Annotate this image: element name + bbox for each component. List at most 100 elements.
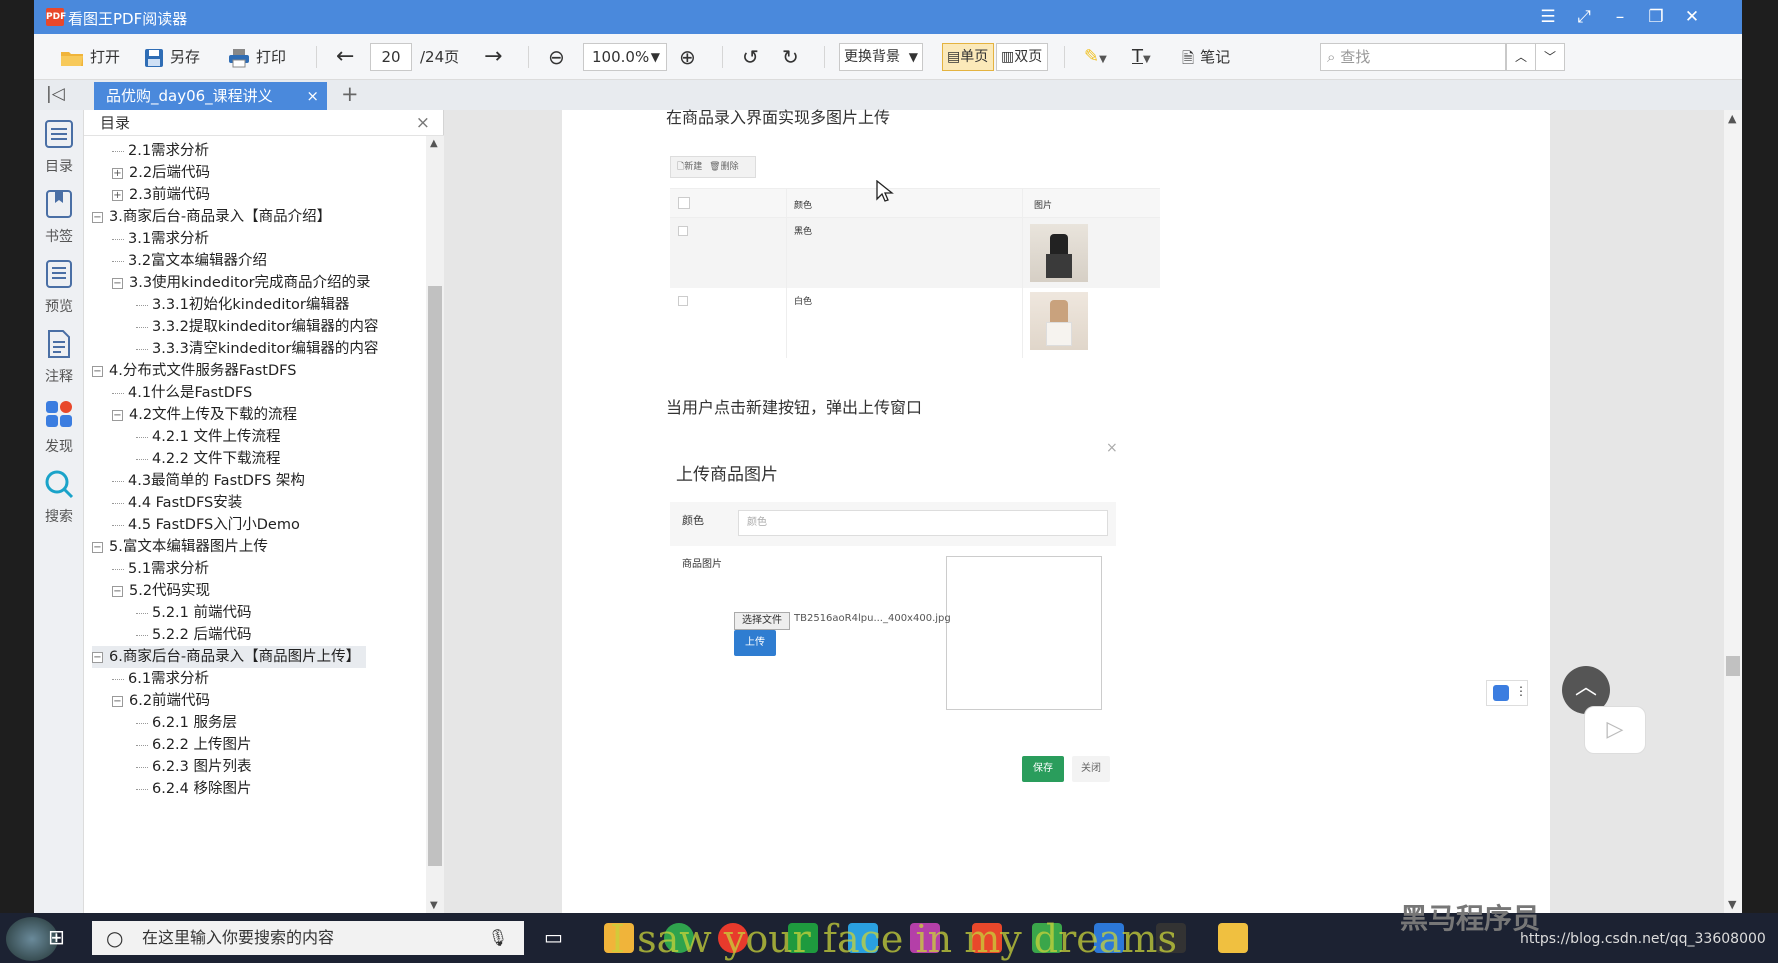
microphone-icon[interactable]: 🎙 bbox=[488, 921, 508, 955]
collapse-icon[interactable]: − bbox=[92, 541, 103, 553]
collapse-icon[interactable]: − bbox=[92, 211, 103, 223]
fullscreen-icon[interactable]: ⤢ bbox=[1570, 6, 1598, 28]
rail-annotations[interactable]: 注释 bbox=[34, 328, 84, 386]
notes-button[interactable]: 🗎 笔记 bbox=[1182, 44, 1230, 70]
toc-item-label: 4.5 FastDFS入门小Demo bbox=[128, 517, 300, 533]
zoom-select[interactable]: 100.0% ▼ bbox=[583, 43, 667, 71]
chevron-up-icon[interactable]: ▲ bbox=[430, 138, 438, 149]
toc-item-label: 6.2.3 图片列表 bbox=[152, 759, 252, 775]
table-row: 白色 bbox=[670, 288, 1160, 358]
left-rail: 目录 书签 预览 注释 发现 搜索 bbox=[34, 110, 84, 913]
expand-icon[interactable]: + bbox=[112, 189, 123, 201]
zoom-out-button[interactable]: ⊖ bbox=[548, 44, 565, 70]
chevron-down-icon[interactable]: ▼ bbox=[1728, 898, 1736, 911]
toc-scroll-thumb[interactable] bbox=[428, 286, 442, 866]
windows-start-icon[interactable]: ⊞ bbox=[48, 925, 65, 949]
toc-item[interactable]: −3.商家后台-商品录入【商品介绍】 bbox=[92, 206, 337, 228]
find-next-button[interactable]: ﹀ bbox=[1535, 43, 1565, 71]
taskbar-search[interactable]: ○ 在这里输入你要搜索的内容 🎙 bbox=[92, 921, 524, 955]
toc-item[interactable]: 3.1需求分析 bbox=[112, 228, 215, 250]
toc-item[interactable]: 3.2富文本编辑器介绍 bbox=[112, 250, 273, 272]
toc-item[interactable]: 6.2.1 服务层 bbox=[136, 712, 243, 734]
toc-item[interactable]: −5.富文本编辑器图片上传 bbox=[92, 536, 274, 558]
zoom-in-button[interactable]: ⊕ bbox=[679, 44, 696, 70]
toc-item[interactable]: 5.2.1 前端代码 bbox=[136, 602, 258, 624]
row-color: 黑色 bbox=[794, 227, 813, 237]
divider bbox=[316, 46, 317, 68]
highlight-button[interactable]: ✎▼ bbox=[1084, 44, 1107, 70]
toc-item[interactable]: +2.2后端代码 bbox=[112, 162, 216, 184]
close-icon[interactable]: × bbox=[416, 110, 430, 136]
tab-close-icon[interactable]: × bbox=[306, 82, 319, 110]
toc-item[interactable]: −4.分布式文件服务器FastDFS bbox=[92, 360, 302, 382]
double-page-button[interactable]: ▥双页 bbox=[996, 43, 1048, 71]
find-input[interactable]: ⌕ 查找 bbox=[1320, 43, 1506, 71]
document-tab[interactable]: 品优购_day06_课程讲义_V1.3.1 × bbox=[94, 82, 327, 133]
rail-preview[interactable]: 预览 bbox=[34, 258, 84, 316]
viewer-scrollbar[interactable]: ▲ ▼ bbox=[1724, 110, 1742, 913]
chevron-up-icon[interactable]: ▲ bbox=[1728, 112, 1736, 125]
toc-item[interactable]: −5.2代码实现 bbox=[112, 580, 216, 602]
toc-item[interactable]: 6.2.4 移除图片 bbox=[136, 778, 258, 800]
restore-button[interactable]: ❐ bbox=[1642, 6, 1670, 28]
toc-item[interactable]: 3.3.1初始化kindeditor编辑器 bbox=[136, 294, 355, 316]
rotate-right-button[interactable]: ↻ bbox=[782, 44, 799, 70]
background-select[interactable]: 更换背景 ▼ bbox=[839, 43, 923, 71]
open-button[interactable]: 打开 bbox=[60, 44, 120, 70]
task-view-icon[interactable]: ▭ bbox=[544, 925, 563, 949]
toc-item[interactable]: 4.3最简单的 FastDFS 架构 bbox=[112, 470, 311, 492]
next-page-button[interactable]: → bbox=[484, 44, 502, 70]
floating-widget[interactable]: ⋮ bbox=[1486, 680, 1528, 706]
page-number-input[interactable]: 20 bbox=[370, 43, 412, 71]
chevron-down-icon[interactable]: ▼ bbox=[430, 900, 438, 911]
toc-item[interactable]: 4.2.1 文件上传流程 bbox=[136, 426, 287, 448]
file-explorer-icon[interactable] bbox=[1218, 923, 1248, 953]
expand-icon[interactable]: + bbox=[112, 167, 123, 179]
collapse-icon[interactable]: − bbox=[112, 277, 123, 289]
play-button[interactable]: ▷ bbox=[1584, 706, 1646, 754]
toc-item[interactable]: 5.2.2 后端代码 bbox=[136, 624, 258, 646]
print-button[interactable]: 打印 bbox=[228, 44, 286, 70]
collapse-icon[interactable]: − bbox=[92, 651, 103, 663]
collapse-sidebar-icon[interactable]: |◁ bbox=[46, 84, 65, 104]
rail-search[interactable]: 搜索 bbox=[34, 468, 84, 526]
toc-item[interactable]: 4.4 FastDFS安装 bbox=[112, 492, 248, 514]
toc-item[interactable]: 4.1什么是FastDFS bbox=[112, 382, 258, 404]
rail-toc[interactable]: 目录 bbox=[34, 118, 84, 176]
viewer-scroll-thumb[interactable] bbox=[1726, 656, 1740, 676]
rail-bookmarks[interactable]: 书签 bbox=[34, 188, 84, 246]
apps-icon bbox=[46, 401, 72, 427]
rotate-left-button[interactable]: ↺ bbox=[742, 44, 759, 70]
toc-item[interactable]: −6.2前端代码 bbox=[112, 690, 216, 712]
toc-item[interactable]: −3.3使用kindeditor完成商品介绍的录 bbox=[112, 272, 377, 294]
prev-page-button[interactable]: ← bbox=[336, 44, 354, 70]
divider bbox=[824, 46, 825, 68]
toc-item[interactable]: 5.1需求分析 bbox=[112, 558, 215, 580]
toc-item[interactable]: 4.5 FastDFS入门小Demo bbox=[112, 514, 306, 536]
single-page-button[interactable]: ▤单页 bbox=[942, 43, 994, 71]
toc-item[interactable]: 3.3.3清空kindeditor编辑器的内容 bbox=[136, 338, 384, 360]
toc-item[interactable]: 6.2.3 图片列表 bbox=[136, 756, 258, 778]
minimize-button[interactable]: – bbox=[1606, 6, 1634, 28]
text-tool-button[interactable]: T▼ bbox=[1132, 44, 1151, 70]
toc-item[interactable]: −4.2文件上传及下载的流程 bbox=[112, 404, 303, 426]
new-tab-button[interactable]: + bbox=[341, 82, 359, 106]
toc-item[interactable]: 6.1需求分析 bbox=[112, 668, 215, 690]
close-window-button[interactable]: ✕ bbox=[1678, 6, 1706, 28]
rail-discover[interactable]: 发现 bbox=[34, 398, 84, 456]
collapse-icon[interactable]: − bbox=[92, 365, 103, 377]
toc-item[interactable]: 2.1需求分析 bbox=[112, 140, 215, 162]
toc-scrollbar[interactable]: ▲ ▼ bbox=[426, 136, 444, 913]
menu-icon[interactable]: ☰ bbox=[1534, 6, 1562, 28]
toc-item[interactable]: 3.3.2提取kindeditor编辑器的内容 bbox=[136, 316, 384, 338]
collapse-icon[interactable]: − bbox=[112, 585, 123, 597]
toc-item-label: 3.3.2提取kindeditor编辑器的内容 bbox=[152, 319, 379, 335]
toc-item[interactable]: −6.商家后台-商品录入【商品图片上传】 bbox=[92, 646, 367, 668]
collapse-icon[interactable]: − bbox=[112, 409, 123, 421]
toc-item[interactable]: +2.3前端代码 bbox=[112, 184, 216, 206]
find-prev-button[interactable]: ︿ bbox=[1506, 43, 1536, 71]
saveas-button[interactable]: 另存 bbox=[144, 44, 200, 70]
collapse-icon[interactable]: − bbox=[112, 695, 123, 707]
toc-item[interactable]: 4.2.2 文件下载流程 bbox=[136, 448, 287, 470]
toc-item[interactable]: 6.2.2 上传图片 bbox=[136, 734, 258, 756]
